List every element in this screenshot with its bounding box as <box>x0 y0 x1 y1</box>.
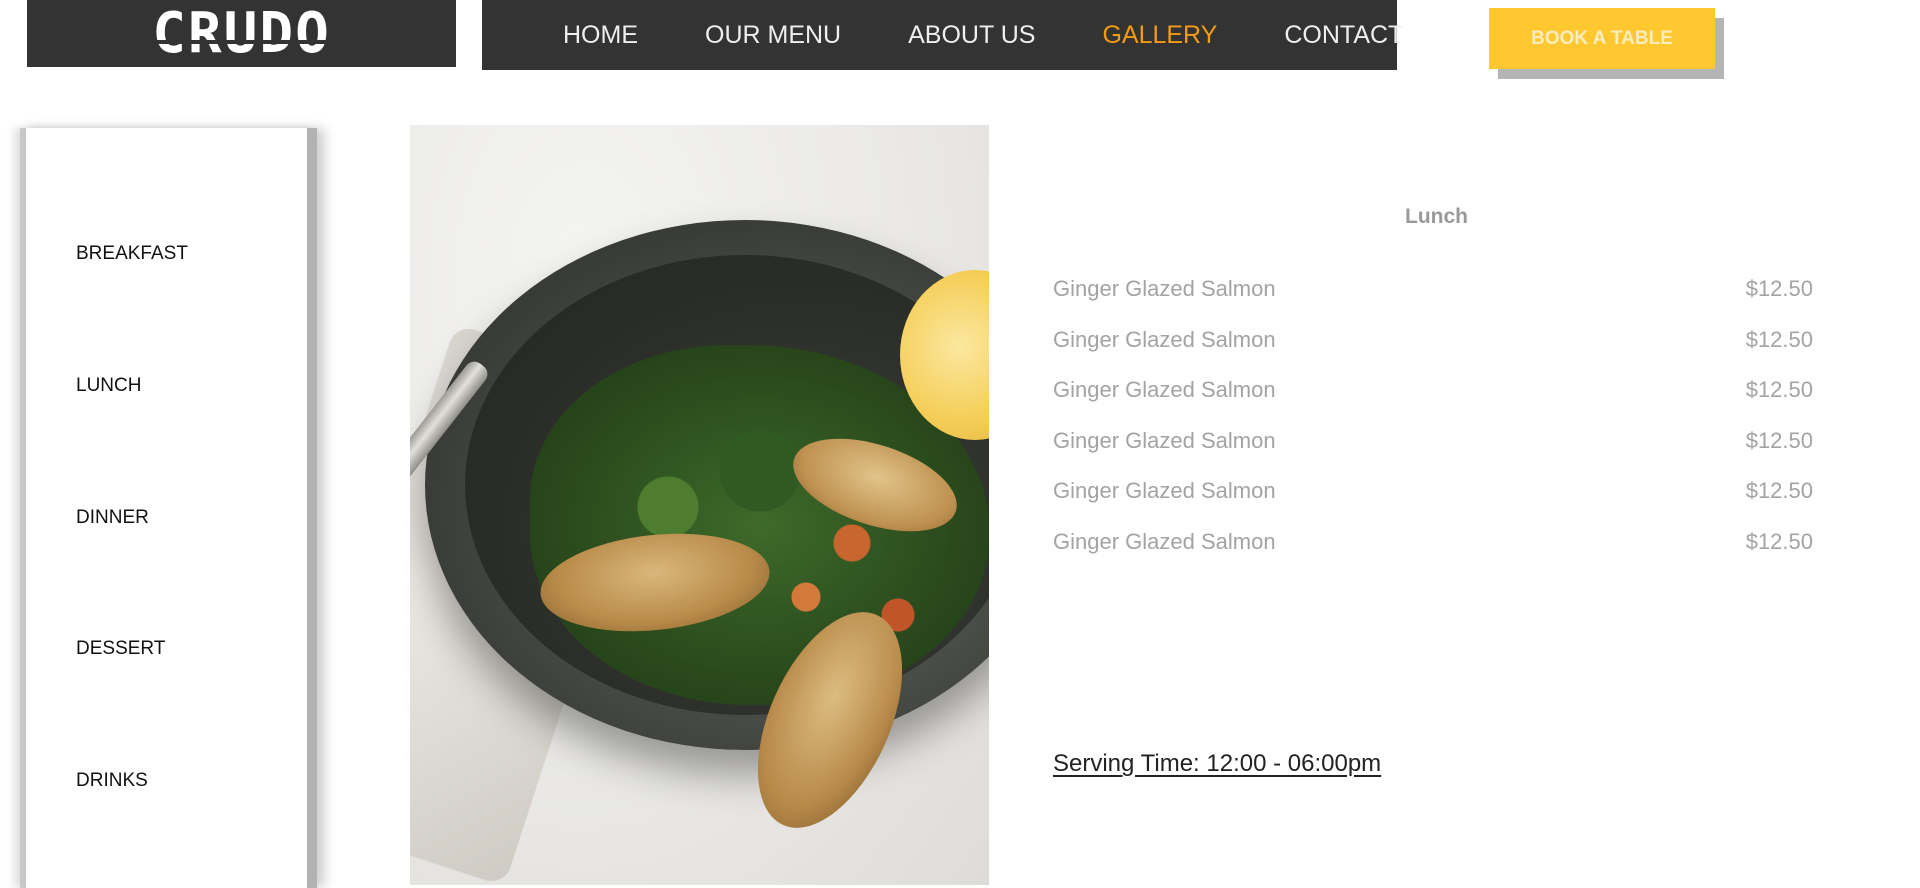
food-photo <box>410 125 989 885</box>
menu-item-price: $12.50 <box>1745 528 1813 554</box>
menu-item: Ginger Glazed Salmon $12.50 <box>1053 327 1813 378</box>
book-table-button[interactable]: BOOK A TABLE <box>1489 8 1715 69</box>
menu-item-name: Ginger Glazed Salmon <box>1053 478 1276 503</box>
sidebar-item-drinks[interactable]: DRINKS <box>76 770 148 792</box>
menu-item-name: Ginger Glazed Salmon <box>1053 326 1276 352</box>
logo-bar: CRUDO <box>27 0 456 67</box>
sidebar-item-lunch[interactable]: LUNCH <box>76 375 141 397</box>
menu-item-name: Ginger Glazed Salmon <box>1053 528 1276 554</box>
menu-item: Ginger Glazed Salmon $12.50 <box>1053 428 1813 479</box>
menu-list: Ginger Glazed Salmon $12.50 Ginger Glaze… <box>1053 276 1813 579</box>
nav-item-gallery[interactable]: GALLERY <box>1102 21 1217 50</box>
menu-item-price: $12.50 <box>1745 427 1813 453</box>
nav-item-about-us[interactable]: ABOUT US <box>908 21 1035 50</box>
serving-time: Serving Time: 12:00 - 06:00pm <box>1053 750 1382 777</box>
menu-item-name: Ginger Glazed Salmon <box>1053 427 1276 453</box>
book-table-wrapper: BOOK A TABLE <box>1489 8 1724 79</box>
nav-item-our-menu[interactable]: OUR MENU <box>705 21 841 50</box>
sidebar-item-breakfast[interactable]: BREAKFAST <box>76 243 188 265</box>
menu-item-price: $12.50 <box>1745 276 1813 301</box>
nav-item-home[interactable]: HOME <box>563 21 638 50</box>
main-nav: HOME OUR MENU ABOUT US GALLERY CONTACT <box>482 0 1403 70</box>
menu-item-name: Ginger Glazed Salmon <box>1053 377 1276 402</box>
menu-item: Ginger Glazed Salmon $12.50 <box>1053 478 1813 529</box>
sidebar-item-dinner[interactable]: DINNER <box>76 507 149 529</box>
menu-item-price: $12.50 <box>1745 377 1813 402</box>
logo[interactable]: CRUDO <box>152 5 331 62</box>
menu-item: Ginger Glazed Salmon $12.50 <box>1053 276 1813 327</box>
menu-item-price: $12.50 <box>1745 478 1813 503</box>
menu-category-sidebar: BREAKFAST LUNCH DINNER DESSERT DRINKS <box>20 128 317 888</box>
menu-item: Ginger Glazed Salmon $12.50 <box>1053 529 1813 580</box>
menu-item: Ginger Glazed Salmon $12.50 <box>1053 377 1813 428</box>
menu-item-name: Ginger Glazed Salmon <box>1053 276 1276 301</box>
menu-heading: Lunch <box>1405 205 1468 228</box>
menu-item-price: $12.50 <box>1745 326 1813 352</box>
sidebar-item-dessert[interactable]: DESSERT <box>76 638 165 660</box>
nav-item-contact[interactable]: CONTACT <box>1284 21 1403 50</box>
